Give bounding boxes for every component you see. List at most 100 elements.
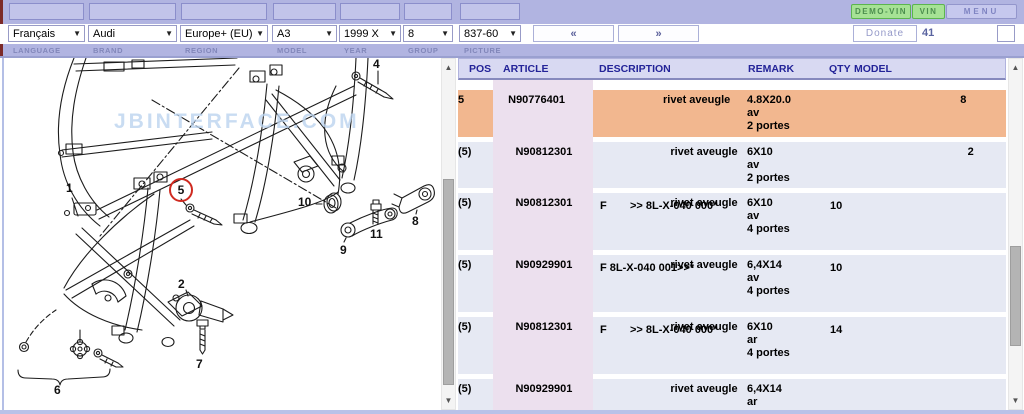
description-cell: rivet aveugle [670, 146, 737, 158]
chassis-range-line: F >> 8L-X-040 000* 14 [458, 324, 1006, 337]
filter-box-language[interactable] [9, 3, 84, 20]
callout-2: 2 [178, 278, 185, 291]
filter-label-group: GROUP [408, 46, 439, 55]
chevron-down-icon: ▼ [256, 29, 264, 38]
col-model: MODEL [854, 63, 892, 75]
remark-cell: 6,4X14ar [747, 383, 782, 409]
filter-select-region[interactable]: Europe+ (EU)▼ [180, 25, 268, 42]
filter-select-language[interactable]: Français ▼ [8, 25, 85, 42]
qty-cell: 10 [830, 200, 842, 212]
article-cell: N90929901 [515, 383, 572, 395]
callout-9: 9 [340, 244, 347, 257]
table-scrollbar[interactable]: ▲ ▼ [1008, 58, 1023, 410]
remark-line: av [747, 107, 791, 120]
diagram-panel: JBINTERFACE.COM 124567891011 [2, 58, 440, 410]
filter-label-picture: PICTURE [464, 46, 501, 55]
selected-value: Europe+ (EU) [185, 28, 253, 40]
next-picture-button[interactable]: » [618, 25, 699, 42]
chevron-down-icon: ▼ [165, 29, 173, 38]
callout-11: 11 [370, 228, 383, 241]
app-window: Français▼LANGUAGEAudi▼BRANDEurope+ (EU)▼… [0, 0, 1024, 414]
remark-line: ar [747, 396, 782, 409]
col-remark: REMARK [748, 63, 794, 75]
col-pos: POS [469, 63, 491, 75]
remark-line: 2 portes [747, 120, 791, 133]
scroll-up-icon[interactable]: ▲ [442, 61, 455, 74]
article-cell: N90776401 [508, 94, 565, 106]
chassis-range: >> 8L-X-040 000* [630, 200, 717, 212]
callout-5: 5 [169, 178, 193, 202]
remark-line: 4 portes [747, 223, 790, 236]
filter-box-brand[interactable] [89, 3, 176, 20]
chevron-down-icon: ▼ [441, 29, 449, 38]
filter-box-model[interactable] [273, 3, 336, 20]
chevron-down-icon: ▼ [325, 29, 333, 38]
menu-button[interactable]: MENU [946, 4, 1017, 19]
filter-box-picture[interactable] [460, 3, 520, 20]
topbar: Français▼LANGUAGEAudi▼BRANDEurope+ (EU)▼… [0, 0, 1024, 58]
filter-select-brand[interactable]: Audi ▼ [88, 25, 177, 42]
col-qty: QTY [829, 63, 851, 75]
scroll-up-icon[interactable]: ▲ [1009, 61, 1022, 74]
main-area: JBINTERFACE.COM 124567891011 ▲ ▼ POS ART… [0, 58, 1024, 410]
filter-label-year: YEAR [344, 46, 367, 55]
mini-box[interactable] [997, 25, 1015, 42]
remark-line: av [747, 159, 790, 172]
filter-box-group[interactable] [404, 3, 452, 20]
remark-line: 4.8X20.0 [747, 94, 791, 107]
filter-select-picture[interactable]: 837-60 ▼ [459, 25, 521, 42]
bottom-strip [0, 410, 1024, 414]
remark-line: 6,4X14 [747, 383, 782, 396]
filter-label-region: REGION [185, 46, 218, 55]
article-column-band [493, 80, 593, 410]
callout-1: 1 [66, 182, 73, 195]
diagram-scrollbar[interactable]: ▲ ▼ [441, 58, 456, 410]
chassis-f: F 8L-X-040 001>>* [600, 262, 694, 274]
chassis-range-line: F>> 8L-X-040 000*10 [458, 200, 1006, 213]
selected-value: 8 [408, 28, 414, 40]
filter-select-year[interactable]: 1999 X▼ [339, 25, 401, 42]
scroll-down-icon[interactable]: ▼ [1009, 394, 1022, 407]
filter-label-brand: BRAND [93, 46, 123, 55]
remark-line: 4 portes [747, 347, 790, 360]
selected-value: Français [13, 28, 55, 40]
pos-cell: (5) [458, 383, 471, 395]
scrollbar-thumb[interactable] [443, 179, 454, 385]
col-description: DESCRIPTION [599, 63, 671, 75]
scrollbar-thumb[interactable] [1010, 246, 1021, 346]
chevron-right-icon: » [655, 28, 661, 40]
remark-cell: 6X10av2 portes [747, 146, 790, 185]
qty-cell: 14 [830, 324, 842, 336]
scroll-down-icon[interactable]: ▼ [442, 394, 455, 407]
pos-cell: 5 [458, 94, 464, 106]
remark-line: 2 portes [747, 172, 790, 185]
callout-8: 8 [412, 215, 419, 228]
description-cell: rivet aveugle [663, 94, 730, 106]
article-cell: N90812301 [515, 146, 572, 158]
chevron-down-icon: ▼ [509, 29, 517, 38]
selected-value: 837-60 [464, 28, 498, 40]
prev-picture-button[interactable]: « [533, 25, 614, 42]
filter-select-model[interactable]: A3▼ [272, 25, 337, 42]
filter-box-region[interactable] [181, 3, 267, 20]
table-body: 5N90776401rivet aveugle4.8X20.0av2 porte… [458, 80, 1006, 410]
col-article: ARTICLE [503, 63, 549, 75]
chevron-down-icon: ▼ [73, 29, 81, 38]
filter-label-language: LANGUAGE [13, 46, 61, 55]
vin-button[interactable]: VIN [912, 4, 945, 19]
pos-cell: (5) [458, 146, 471, 158]
chassis-f: F [600, 324, 607, 336]
donate-button[interactable]: Donate [853, 25, 917, 42]
parts-table: POS ARTICLE DESCRIPTION REMARK QTY MODEL… [458, 58, 1006, 410]
filter-select-group[interactable]: 8▼ [403, 25, 453, 42]
remark-cell: 4.8X20.0av2 portes [747, 94, 791, 133]
qty-cell: 8 [960, 94, 966, 106]
selected-value: Audi [93, 28, 115, 40]
chassis-range-line: F 8L-X-040 001>>*10 [458, 262, 1006, 275]
chevron-down-icon: ▼ [389, 29, 397, 38]
remark-line: 6X10 [747, 146, 790, 159]
chassis-range: >> 8L-X-040 000* [630, 324, 717, 336]
filter-box-year[interactable] [340, 3, 400, 20]
demo-vin-button[interactable]: DEMO-VIN [851, 4, 911, 19]
callout-4: 4 [373, 58, 380, 71]
